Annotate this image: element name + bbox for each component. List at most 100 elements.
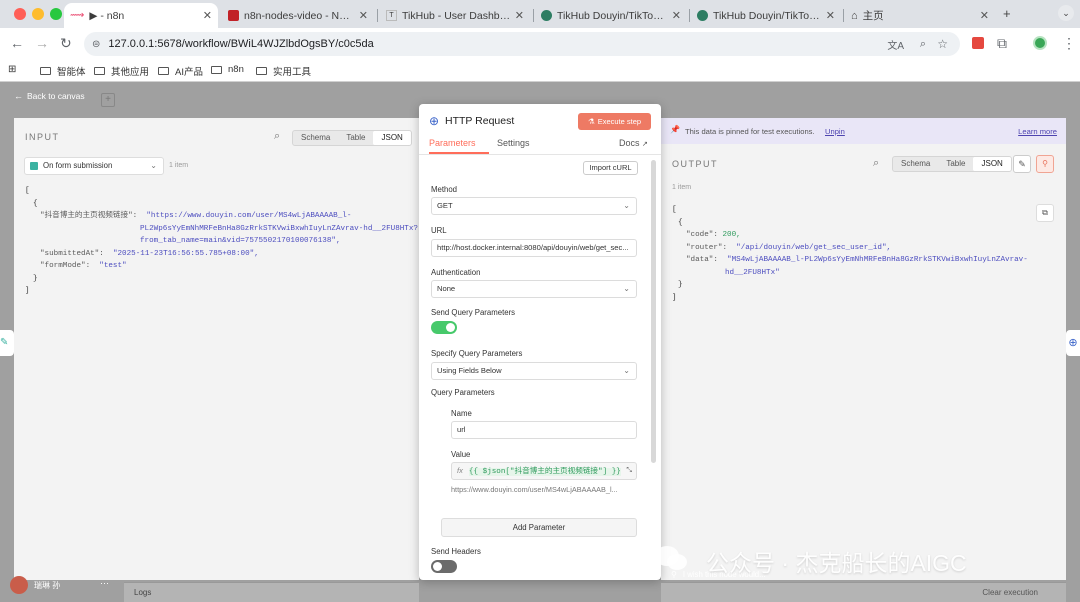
tab-label: n8n-nodes-video - NPM 排	[244, 10, 355, 22]
scrollbar[interactable]	[651, 160, 656, 463]
tikhub-leaf-icon	[697, 10, 708, 21]
expand-icon[interactable]: ⤡	[626, 463, 632, 479]
address-bar[interactable]: ⊜ 127.0.0.1:5678/workflow/BWiL4WJZlbdOgs…	[84, 32, 960, 56]
apps-grid-icon[interactable]: ⊞	[8, 64, 16, 75]
forward-arrow-icon[interactable]: →	[35, 35, 49, 51]
menu-kebab-icon[interactable]: ⋮	[1062, 35, 1076, 52]
bookmark-folder[interactable]: 智能体	[40, 64, 86, 78]
extension-icon[interactable]	[972, 37, 984, 49]
extensions-puzzle-icon[interactable]: ⧉	[997, 35, 1007, 52]
back-arrow-icon[interactable]: ←	[10, 35, 24, 51]
send-headers-toggle[interactable]	[431, 560, 457, 573]
browser-tab-tikhub-dashboard[interactable]: T TikHub - User Dashboard ✕	[380, 3, 530, 28]
back-to-canvas-label: Back to canvas	[27, 91, 85, 101]
json-key: "formMode":	[40, 262, 91, 270]
bookmark-folder[interactable]: AI产品	[158, 64, 203, 78]
close-tab-icon[interactable]: ✕	[826, 9, 835, 22]
bookmark-label: n8n	[228, 64, 244, 75]
back-to-canvas-link[interactable]: ← Back to canvas	[14, 91, 85, 101]
minimize-window-button[interactable]	[32, 8, 44, 20]
execute-step-button[interactable]: ⚗ Execute step	[578, 113, 651, 130]
learn-more-link[interactable]: Learn more	[1018, 127, 1057, 136]
address-text: 127.0.0.1:5678/workflow/BWiL4WJZlbdOgsBY…	[108, 38, 374, 50]
browser-tab-tikhub-docs-2[interactable]: TikHub Douyin/TikTok/Xiao ✕	[691, 3, 841, 28]
bookmark-label: 实用工具	[273, 67, 312, 78]
pin-data-icon[interactable]: ⚲	[1036, 155, 1054, 173]
method-select[interactable]: GET ⌄	[431, 197, 637, 215]
chevron-down-icon: ⌄	[623, 366, 630, 375]
view-json-button[interactable]: JSON	[973, 157, 1011, 171]
view-json-button[interactable]: JSON	[373, 131, 411, 145]
edit-output-icon[interactable]: ✎	[1013, 155, 1031, 173]
send-query-label: Send Query Parameters	[431, 308, 516, 317]
zoom-icon[interactable]: ⌕	[920, 38, 926, 51]
close-tab-icon[interactable]: ✕	[980, 9, 989, 22]
pinned-notice-text: This data is pinned for test executions.	[685, 127, 815, 136]
close-tab-icon[interactable]: ✕	[672, 9, 681, 22]
view-table-button[interactable]: Table	[338, 131, 373, 145]
source-select-value: On form submission	[43, 161, 113, 170]
view-schema-button[interactable]: Schema	[293, 131, 338, 145]
json-bracket: [	[672, 206, 677, 214]
form-trigger-icon	[30, 162, 38, 170]
search-icon[interactable]: ⌕	[873, 157, 879, 170]
next-node-globe-icon[interactable]: ⊕	[1066, 330, 1080, 356]
send-query-toggle[interactable]	[431, 321, 457, 334]
input-source-select[interactable]: On form submission ⌄	[24, 157, 164, 175]
browser-tab-tikhub-docs-1[interactable]: TikHub Douyin/TikTok/Xiao ✕	[535, 3, 687, 28]
tikhub-icon: T	[386, 10, 397, 21]
authentication-select[interactable]: None ⌄	[431, 280, 637, 298]
view-table-button[interactable]: Table	[938, 157, 973, 171]
bookmark-folder[interactable]: n8n	[211, 64, 244, 75]
clear-execution-button[interactable]: Clear execution	[982, 588, 1038, 597]
add-node-icon: +	[101, 93, 115, 107]
maximize-window-button[interactable]	[50, 8, 62, 20]
bookmark-folder[interactable]: 其他应用	[94, 64, 149, 78]
user-menu-icon[interactable]: ⋯	[100, 578, 109, 589]
site-info-icon[interactable]: ⊜	[92, 39, 100, 50]
docs-link[interactable]: Docs ↗	[619, 138, 648, 148]
tikhub-leaf-icon	[541, 10, 552, 21]
json-number: 200,	[722, 231, 741, 239]
close-window-button[interactable]	[14, 8, 26, 20]
search-icon[interactable]: ⌕	[274, 130, 280, 143]
close-tab-icon[interactable]: ✕	[359, 9, 368, 22]
browser-tab-n8n[interactable]: ⟿ ▶ - n8n ✕	[64, 3, 218, 28]
profile-avatar-icon[interactable]	[1033, 36, 1047, 50]
browser-tab-npm[interactable]: n8n-nodes-video - NPM 排 ✕	[222, 3, 374, 28]
specify-query-select[interactable]: Using Fields Below ⌄	[431, 362, 637, 380]
close-tab-icon[interactable]: ✕	[515, 9, 524, 22]
param-value-expression[interactable]: fx {{ $json["抖音博主的主页视频链接"] }} ⤡	[451, 462, 637, 480]
execute-step-label: Execute step	[597, 117, 642, 126]
reload-icon[interactable]: ↻	[60, 35, 72, 52]
new-tab-button[interactable]: +	[1003, 6, 1011, 21]
unpin-link[interactable]: Unpin	[825, 127, 845, 136]
folder-icon	[94, 67, 105, 75]
json-key: "submittedAt":	[40, 249, 104, 258]
url-input[interactable]: http://host.docker.internal:8080/api/dou…	[431, 239, 637, 257]
toggle-knob	[446, 323, 455, 332]
close-tab-icon[interactable]: ✕	[203, 9, 212, 22]
user-name: 瑞琳 孙	[34, 581, 61, 590]
browser-tab-home[interactable]: ⌂ 主页 ✕	[845, 3, 995, 28]
view-schema-button[interactable]: Schema	[893, 157, 938, 171]
tab-settings[interactable]: Settings	[497, 138, 530, 148]
translate-icon[interactable]: 文A	[887, 37, 904, 52]
avatar[interactable]	[10, 576, 28, 594]
watermark-text: 公众号 · 杰克船长的AIGC	[706, 550, 967, 576]
authentication-label: Authentication	[431, 268, 481, 277]
logs-label[interactable]: Logs	[134, 588, 151, 597]
param-name-input[interactable]: url	[451, 421, 637, 439]
import-curl-button[interactable]: Import cURL	[583, 161, 638, 175]
json-key: "抖音博主的主页视频链接":	[40, 212, 138, 220]
tab-parameters[interactable]: Parameters	[429, 138, 476, 148]
flask-icon: ⚗	[587, 117, 595, 126]
previous-node-icon[interactable]: ✎	[0, 330, 14, 356]
node-title[interactable]: HTTP Request	[445, 115, 514, 127]
bookmark-star-icon[interactable]: ☆	[937, 37, 948, 51]
bookmarks-bar: ⊞ 智能体 其他应用 AI产品 n8n 实用工具	[0, 60, 1080, 82]
add-parameter-button[interactable]: Add Parameter	[441, 518, 637, 537]
bookmark-folder[interactable]: 实用工具	[256, 64, 311, 78]
copy-icon[interactable]: ⧉	[1036, 204, 1054, 222]
tab-search-icon[interactable]: ⌄	[1058, 5, 1074, 21]
